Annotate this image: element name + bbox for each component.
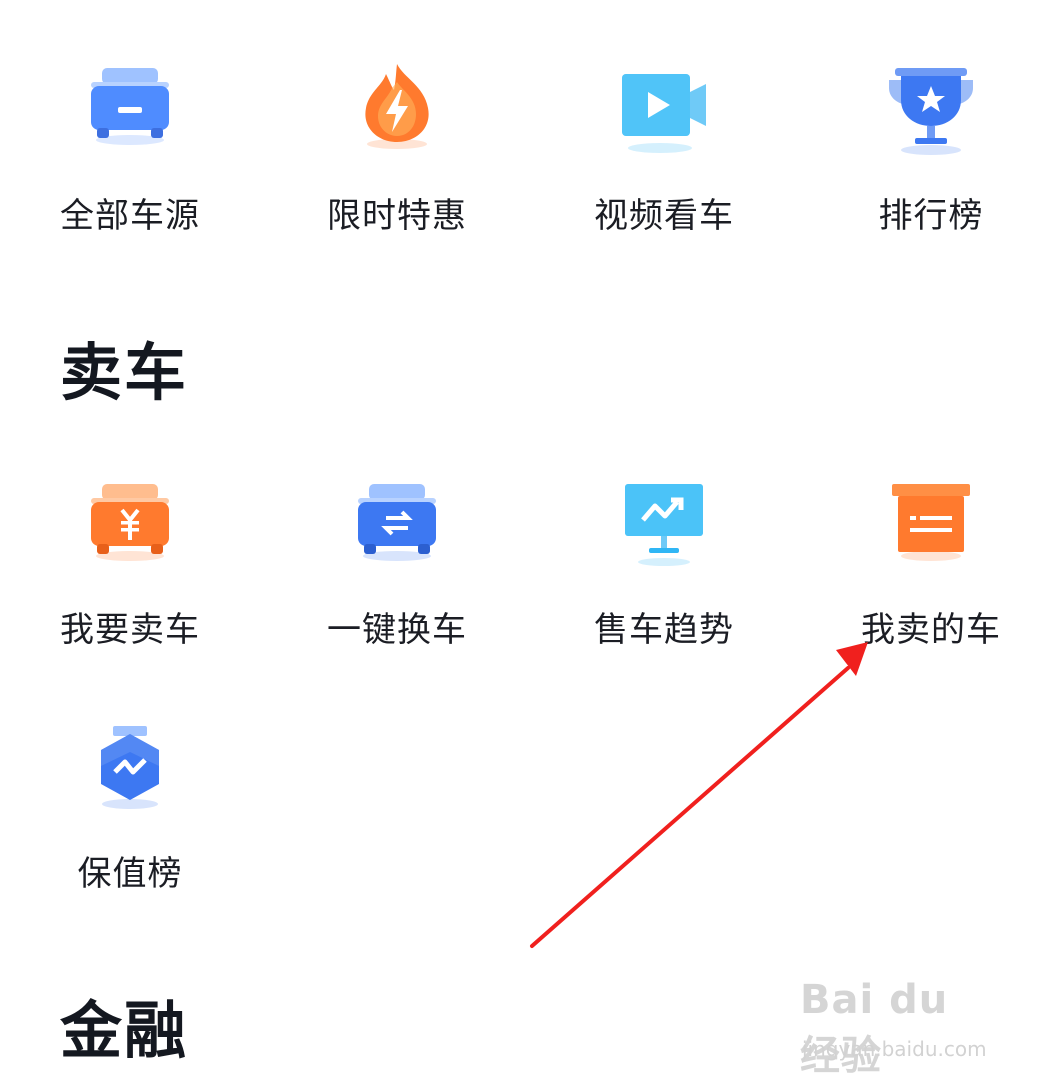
hexagon-medal-icon <box>85 726 175 810</box>
tile-label: 一键换车 <box>327 610 467 650</box>
ranking-tile[interactable]: 排行榜 <box>801 60 1044 250</box>
tile-label: 视频看车 <box>594 196 734 236</box>
all-cars-tile[interactable]: 全部车源 <box>0 60 260 250</box>
car-icon <box>85 66 175 146</box>
my-sold-cars-tile[interactable]: 我卖的车 <box>801 478 1044 668</box>
car-yuan-icon <box>85 482 175 562</box>
flash-sale-tile[interactable]: 限时特惠 <box>267 60 527 250</box>
value-retention-tile[interactable]: 保值榜 <box>0 722 260 912</box>
finance-section-title: 金融 <box>60 994 189 1067</box>
video-camera-icon <box>618 70 710 154</box>
watermark-url: jingyan.baidu.com <box>802 1037 987 1061</box>
tile-label: 全部车源 <box>60 196 200 236</box>
tile-label: 我卖的车 <box>861 610 1001 650</box>
trend-monitor-icon <box>619 482 709 566</box>
tile-label: 我要卖车 <box>60 610 200 650</box>
sales-trend-tile[interactable]: 售车趋势 <box>534 478 794 668</box>
tile-label: 售车趋势 <box>594 610 734 650</box>
tile-label: 排行榜 <box>878 196 984 236</box>
trophy-icon <box>881 66 981 156</box>
trade-in-tile[interactable]: 一键换车 <box>267 478 527 668</box>
watermark-logo: Bai du 经验 <box>800 977 949 1079</box>
flame-bolt-icon <box>352 60 442 150</box>
sell-section-title: 卖车 <box>60 336 189 409</box>
car-swap-icon <box>352 482 442 562</box>
video-cars-tile[interactable]: 视频看车 <box>534 60 794 250</box>
sell-my-car-tile[interactable]: 我要卖车 <box>0 478 260 668</box>
tile-label: 限时特惠 <box>327 196 467 236</box>
tile-label: 保值榜 <box>77 854 183 894</box>
box-list-icon <box>886 482 976 562</box>
baidu-jingyan-watermark: Bai du 经验 jingyan.baidu.com <box>790 975 1000 1079</box>
